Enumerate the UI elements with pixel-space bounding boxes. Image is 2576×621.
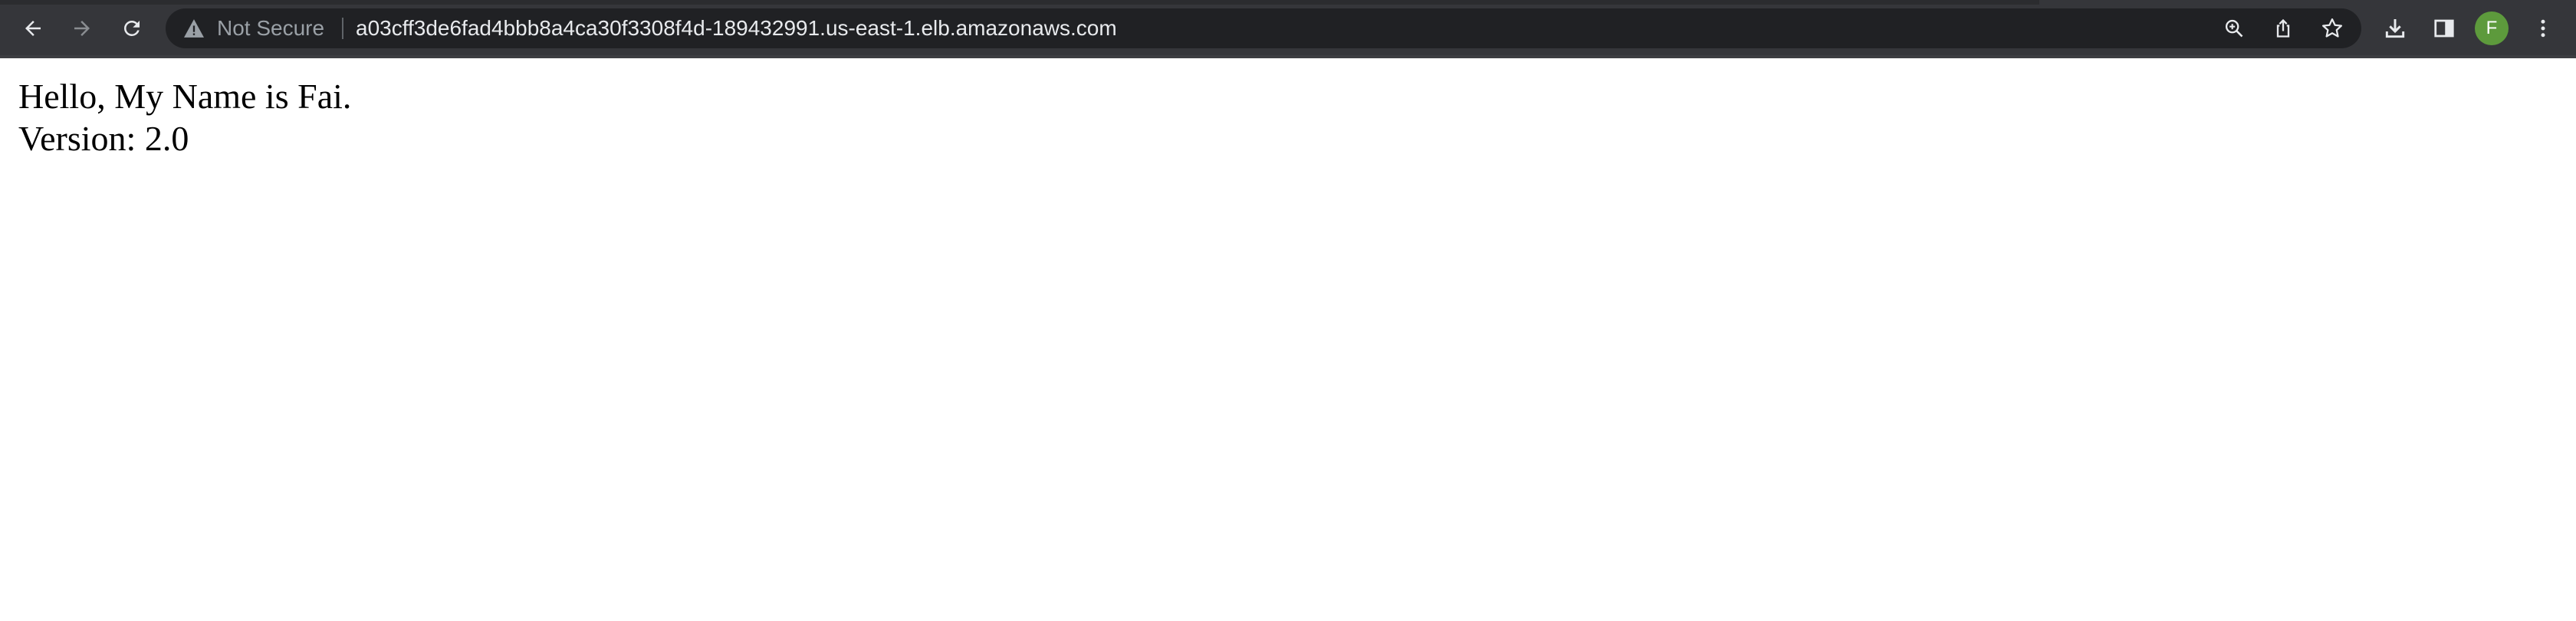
url-divider — [342, 18, 343, 39]
side-panel-icon — [2434, 19, 2454, 38]
browser-menu-button[interactable] — [2525, 10, 2561, 47]
download-icon — [2385, 19, 2405, 38]
zoom-icon — [2225, 19, 2243, 38]
forward-button[interactable] — [64, 10, 100, 47]
forward-arrow-icon — [74, 21, 90, 36]
back-button[interactable] — [15, 10, 51, 47]
url-text[interactable]: a03cff3de6fad4bbb8a4ca30f3308f4d-1894329… — [356, 8, 1117, 48]
side-panel-button[interactable] — [2426, 10, 2463, 47]
warning-triangle-icon — [184, 19, 204, 38]
share-button[interactable] — [2268, 13, 2298, 44]
tab-strip-edge — [0, 0, 2039, 5]
greeting-text: Hello, My Name is Fai. — [18, 77, 352, 116]
browser-toolbar: Not Secure a03cff3de6fad4bbb8a4ca30f3308… — [0, 0, 2576, 58]
star-icon — [2322, 18, 2342, 38]
bookmark-button[interactable] — [2317, 13, 2348, 44]
profile-avatar[interactable]: F — [2475, 12, 2509, 45]
three-dot-menu-icon — [2541, 19, 2545, 38]
toolbar-bottom-border — [0, 55, 2576, 58]
share-icon — [2276, 18, 2290, 38]
page-content: Hello, My Name is Fai. Version: 2.0 — [18, 75, 351, 159]
security-status-label[interactable]: Not Secure — [217, 8, 324, 48]
reload-icon — [124, 20, 140, 36]
back-arrow-icon — [25, 21, 41, 36]
reload-button[interactable] — [113, 10, 150, 47]
downloads-button[interactable] — [2377, 10, 2413, 47]
version-text: Version: 2.0 — [18, 119, 189, 158]
zoom-button[interactable] — [2219, 13, 2249, 44]
address-bar[interactable]: Not Secure a03cff3de6fad4bbb8a4ca30f3308… — [166, 8, 2361, 48]
